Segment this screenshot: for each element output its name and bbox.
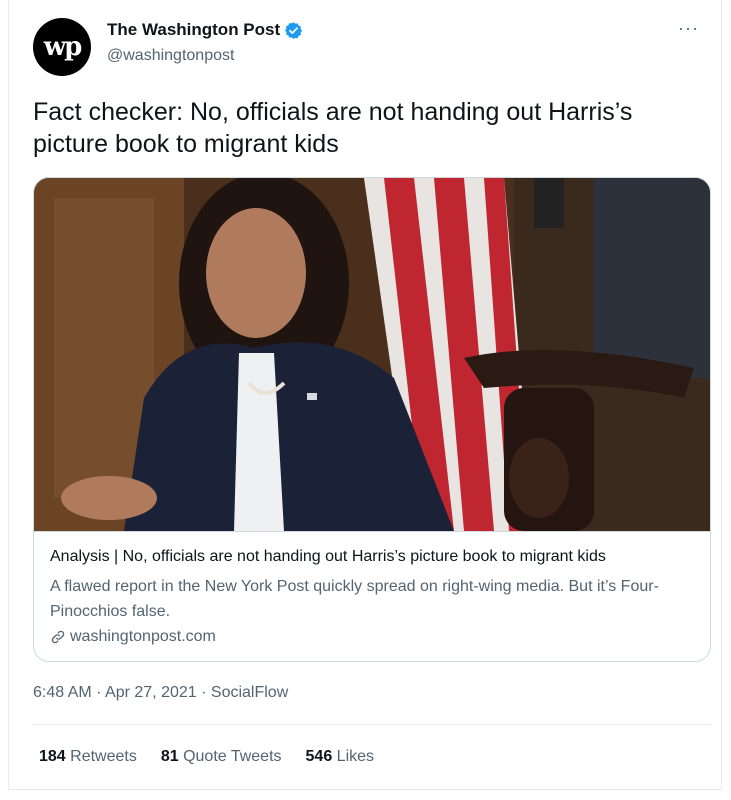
card-domain: washingtonpost.com <box>70 628 216 645</box>
likes-stat[interactable]: 546 Likes <box>306 748 375 766</box>
divider <box>33 724 711 725</box>
verified-badge-icon <box>285 21 303 39</box>
likes-label: Likes <box>332 748 375 765</box>
card-image <box>34 178 710 531</box>
retweets-label: Retweets <box>65 748 137 765</box>
avatar[interactable]: wp <box>33 18 91 76</box>
display-name[interactable]: The Washington Post <box>107 20 280 40</box>
link-icon <box>51 630 65 644</box>
card-domain-row: washingtonpost.com <box>50 628 216 646</box>
tweet-time[interactable]: 6:48 AM <box>33 684 92 701</box>
meta-separator: · <box>196 684 211 701</box>
quote-tweets-label: Quote Tweets <box>178 748 282 765</box>
tweet-date[interactable]: Apr 27, 2021 <box>105 684 197 701</box>
more-options-icon[interactable]: ··· <box>678 18 699 39</box>
author-name-row: The Washington Post <box>107 20 303 40</box>
likes-count: 546 <box>305 748 333 765</box>
card-title: Analysis | No, officials are not handing… <box>50 548 606 565</box>
card-body: Analysis | No, officials are not handing… <box>34 531 710 661</box>
quote-tweets-count: 81 <box>160 748 179 765</box>
card-description: A flawed report in the New York Post qui… <box>50 578 659 620</box>
quote-tweets-stat[interactable]: 81 Quote Tweets <box>161 748 282 766</box>
link-card[interactable]: Analysis | No, officials are not handing… <box>33 177 711 662</box>
avatar-logo-text: wp <box>43 32 83 62</box>
engagement-stats: 184 Retweets 81 Quote Tweets 546 Likes <box>39 748 398 766</box>
account-handle[interactable]: @washingtonpost <box>107 47 234 65</box>
tweet-text: Fact checker: No, officials are not hand… <box>33 98 633 158</box>
tweet-source[interactable]: SocialFlow <box>211 684 288 701</box>
retweets-count: 184 <box>39 748 66 765</box>
meta-separator: · <box>91 684 106 701</box>
tweet-metadata: 6:48 AM · Apr 27, 2021 · SocialFlow <box>33 684 288 702</box>
retweets-stat[interactable]: 184 Retweets <box>39 748 137 766</box>
tweet-container: wp The Washington Post @washingtonpost ·… <box>8 0 722 790</box>
